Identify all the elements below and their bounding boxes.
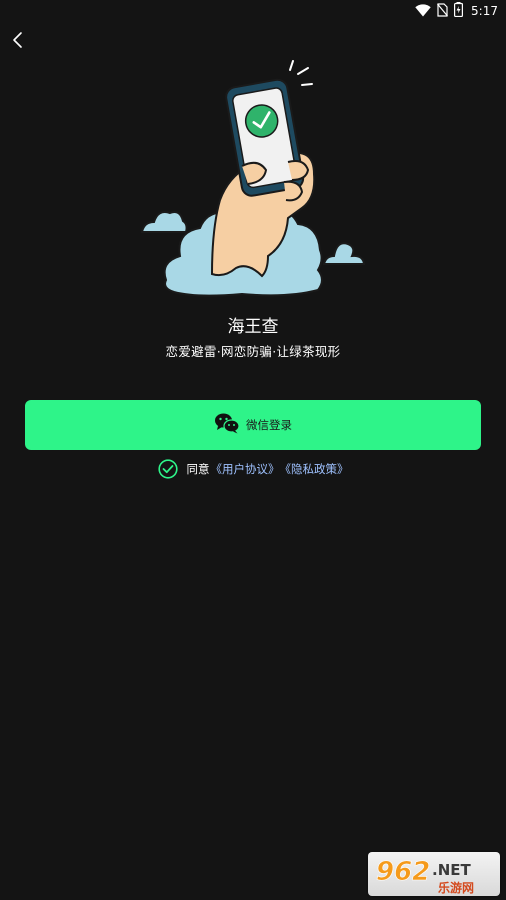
wechat-login-button[interactable]: 微信登录 — [25, 400, 481, 450]
hero-illustration — [138, 58, 370, 300]
app-slogan: 恋爱避雷·网恋防骗·让绿茶现形 — [165, 344, 341, 359]
wechat-icon — [214, 412, 240, 438]
wifi-icon — [415, 2, 431, 21]
chevron-left-icon — [12, 31, 24, 53]
agreement-prefix: 同意 — [186, 462, 210, 476]
status-time: 5:17 — [471, 4, 498, 18]
status-icons: 5:17 — [415, 1, 498, 21]
agree-checkbox[interactable] — [157, 459, 178, 479]
status-bar: 5:17 — [0, 0, 506, 22]
battery-charging-icon — [454, 1, 464, 21]
no-sim-icon — [437, 2, 449, 21]
app-title: 海王查 — [227, 317, 279, 337]
agreement-row: 同意 《用户协议》 《隐私政策》 — [0, 459, 506, 479]
login-button-label: 微信登录 — [246, 418, 292, 432]
privacy-policy-link[interactable]: 《隐私政策》 — [280, 461, 349, 477]
svg-text:乐游网: 乐游网 — [438, 880, 474, 895]
site-watermark-logo: 962 .NET 乐游网 — [368, 852, 500, 896]
check-circle-icon — [157, 459, 178, 479]
user-agreement-link[interactable]: 《用户协议》 — [211, 461, 280, 477]
back-button[interactable] — [6, 30, 30, 54]
svg-text:962: 962 — [376, 857, 430, 887]
svg-text:.NET: .NET — [432, 861, 471, 879]
